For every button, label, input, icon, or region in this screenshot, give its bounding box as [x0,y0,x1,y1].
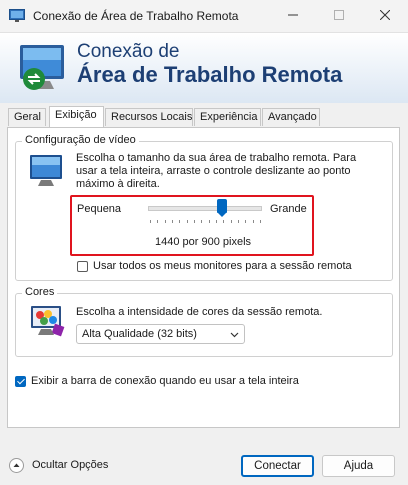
slider-tick [260,220,261,223]
chevron-down-icon [230,330,239,339]
tab-exibicao[interactable]: Exibição [49,106,104,127]
window-title: Conexão de Área de Trabalho Remota [33,9,239,23]
tab-recursos-locais[interactable]: Recursos Locais [105,108,193,126]
video-config-legend: Configuração de vídeo [22,134,139,146]
colors-legend: Cores [22,286,58,298]
slider-tick [179,220,181,223]
title-bar: Conexão de Área de Trabalho Remota [0,0,408,33]
resolution-slider-track[interactable] [148,206,262,211]
tab-experiencia[interactable]: Experiência [194,108,261,126]
slider-max-label: Grande [270,203,307,215]
slider-tick [201,220,203,223]
close-icon [379,9,391,23]
hide-options-label: Ocultar Opções [32,459,109,471]
color-palette-icon [29,303,67,341]
slider-tick [157,220,159,223]
maximize-icon [334,9,344,23]
banner-title-line1: Conexão de [77,41,180,62]
slider-tick [238,220,239,223]
tab-avancado[interactable]: Avançado [262,108,320,126]
remote-desktop-logo-icon [14,41,68,95]
slider-tick [223,220,225,223]
slider-tick [164,220,166,223]
banner-title-line2: Área de Trabalho Remota [77,62,343,87]
connection-bar-label: Exibir a barra de conexão quando eu usar… [31,375,299,387]
help-button[interactable]: Ajuda [322,455,395,477]
maximize-button[interactable] [316,0,362,32]
slider-tick [230,220,232,223]
slider-tick [245,220,247,223]
remote-desktop-app-icon [9,9,25,23]
connection-bar-checkbox[interactable] [15,376,26,387]
resolution-slider-thumb[interactable] [216,199,227,217]
slider-tick [186,220,188,223]
minimize-icon [288,10,298,23]
multi-monitor-checkbox[interactable] [77,261,88,272]
slider-tick [194,220,195,223]
colors-description: Escolha a intensidade de cores da sessão… [76,306,323,318]
video-description: Escolha o tamanho da sua área de trabalh… [76,152,357,190]
slider-tick [172,220,173,223]
slider-tick [150,220,151,223]
monitor-icon [27,152,67,192]
connect-button[interactable]: Conectar [241,455,314,477]
multi-monitor-label: Usar todos os meus monitores para a sess… [93,260,352,272]
slider-tick [216,220,217,223]
slider-tick [208,220,210,223]
minimize-button[interactable] [270,0,316,32]
collapse-up-icon [9,458,24,473]
slider-tick [252,220,254,223]
tab-geral[interactable]: Geral [8,108,46,126]
slider-min-label: Pequena [77,203,122,215]
color-depth-value: Alta Qualidade (32 bits) [82,328,197,340]
resolution-label: 1440 por 900 pixels [155,236,252,248]
close-button[interactable] [362,0,408,32]
header-banner: Conexão de Área de Trabalho Remota [0,33,408,103]
color-depth-select[interactable]: Alta Qualidade (32 bits) [76,324,245,344]
